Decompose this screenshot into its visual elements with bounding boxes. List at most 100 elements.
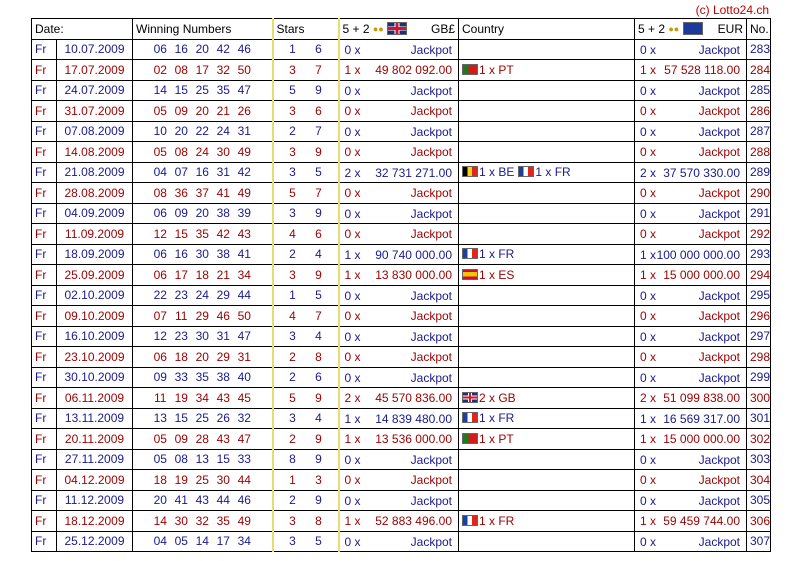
row-prize-gb: 0 x Jackpot xyxy=(338,79,459,101)
country-winner: 1 x BE xyxy=(462,165,514,179)
country-winner-label: 1 x FR xyxy=(535,165,571,180)
table-row: Fr 27.11.2009 05 08 13 15 33 8 9 0 x Jackpot 0 x Jac… xyxy=(31,448,771,470)
row-country xyxy=(458,325,635,347)
winning-number: 24 xyxy=(195,144,209,159)
winning-number: 25 xyxy=(195,472,209,487)
fr-flag-icon xyxy=(462,514,478,526)
prize-eu-amount: Jackpot xyxy=(698,145,740,159)
table-row: Fr 07.08.2009 10 20 22 24 31 2 7 0 x Jackpot 0 x Jac… xyxy=(31,120,771,142)
winning-number: 44 xyxy=(237,472,251,487)
row-day: Fr xyxy=(31,223,57,245)
row-draw-number: 283 xyxy=(746,38,771,60)
row-country xyxy=(458,448,635,470)
prize-gb-count: 1 x xyxy=(344,411,361,426)
winning-number: 15 xyxy=(216,452,230,467)
star-number: 7 xyxy=(315,308,322,323)
row-stars: 36 xyxy=(271,100,340,122)
es-flag-icon xyxy=(462,268,478,280)
winning-number: 09 xyxy=(174,206,188,221)
prize-gb-amount: 90 740 000.00 xyxy=(375,247,452,262)
winning-number: 13 xyxy=(195,452,209,467)
row-day: Fr xyxy=(31,100,57,122)
winning-number: 31 xyxy=(216,329,230,344)
row-draw-number: 293 xyxy=(746,243,771,265)
prize-eu-amount: Jackpot xyxy=(698,309,740,323)
row-winning-numbers: 08 36 37 41 49 xyxy=(132,182,273,204)
star-number: 9 xyxy=(315,267,322,282)
star-number: 8 xyxy=(315,513,322,528)
winning-number: 18 xyxy=(174,349,188,364)
winning-number: 05 xyxy=(153,431,167,446)
star-number: 9 xyxy=(315,206,322,221)
table-row: Fr 17.07.2009 02 08 17 32 50 3 7 1 x 49 802 092.00… xyxy=(31,59,771,81)
winning-number: 10 xyxy=(153,124,167,139)
star-number: 3 xyxy=(289,165,296,180)
row-draw-number: 304 xyxy=(746,469,771,491)
row-date: 11.12.2009 xyxy=(56,489,133,511)
row-prize-eu: 1 x 57 528 118.00 xyxy=(634,59,747,81)
row-stars: 24 xyxy=(271,243,340,265)
winning-number: 05 xyxy=(153,103,167,118)
table-row: Fr 04.12.2009 18 19 25 30 44 1 3 0 x Jackpot 0 x Jac… xyxy=(31,469,771,491)
row-day: Fr xyxy=(31,161,57,183)
prize-gb-count: 0 x xyxy=(344,83,361,98)
winning-number: 24 xyxy=(216,124,230,139)
star-number: 8 xyxy=(315,349,322,364)
winning-number: 42 xyxy=(237,165,251,180)
winning-number: 29 xyxy=(195,308,209,323)
prize-eu-amount: 15 000 000.00 xyxy=(663,268,740,282)
star-number: 5 xyxy=(289,185,296,200)
row-winning-numbers: 07 11 29 46 50 xyxy=(132,305,273,327)
winning-number: 08 xyxy=(174,144,188,159)
winning-number: 50 xyxy=(237,308,251,323)
row-draw-number: 295 xyxy=(746,284,771,306)
row-date: 10.07.2009 xyxy=(56,38,133,60)
winning-number: 07 xyxy=(174,165,188,180)
star-number: 7 xyxy=(315,62,322,77)
header-stars: Stars xyxy=(271,18,340,40)
prize-gb-amount: Jackpot xyxy=(410,473,452,487)
winning-number: 31 xyxy=(216,165,230,180)
winning-number: 19 xyxy=(174,390,188,405)
prize-gb-amount: 14 839 480.00 xyxy=(375,411,452,426)
row-stars: 26 xyxy=(271,366,340,388)
winning-number: 42 xyxy=(216,226,230,241)
row-winning-numbers: 05 08 24 30 49 xyxy=(132,141,273,163)
row-winning-numbers: 06 16 20 42 46 xyxy=(132,38,273,60)
prize-gb-amount: Jackpot xyxy=(410,145,452,159)
row-country: 1 x PT xyxy=(458,59,635,81)
stars-coins-icon: ●● xyxy=(372,23,384,34)
winning-number: 17 xyxy=(174,267,188,282)
row-prize-eu: 1 x 16 569 317.00 xyxy=(634,407,747,429)
star-number: 5 xyxy=(315,534,322,549)
winning-number: 35 xyxy=(216,83,230,98)
prize-eu-amount: 16 569 317.00 xyxy=(663,411,740,426)
prize-gb-amount: Jackpot xyxy=(410,309,452,323)
prize-eu-amount: 51 099 838.00 xyxy=(663,391,740,405)
pt-flag-icon xyxy=(462,63,478,75)
winning-number: 35 xyxy=(216,513,230,528)
winning-number: 21 xyxy=(216,103,230,118)
gb-flag-icon xyxy=(462,391,478,403)
row-country xyxy=(458,202,635,224)
results-body: Fr 10.07.2009 06 16 20 42 46 1 6 0 x Jackpot 0 x Jac… xyxy=(31,38,771,552)
prize-eu-count: 0 x xyxy=(640,452,657,467)
prize-gb-count: 1 x xyxy=(344,63,361,77)
row-draw-number: 297 xyxy=(746,325,771,347)
star-number: 4 xyxy=(315,247,322,262)
fr-flag-icon xyxy=(518,166,535,178)
winning-number: 32 xyxy=(237,411,251,426)
table-row: Fr 10.07.2009 06 16 20 42 46 1 6 0 x Jackpot 0 x Jac… xyxy=(31,38,771,60)
prize-gb-count: 0 x xyxy=(344,309,361,323)
row-stars: 39 xyxy=(271,141,340,163)
prize-eu-count: 0 x xyxy=(640,104,657,118)
row-day: Fr xyxy=(31,469,57,491)
row-prize-gb: 0 x Jackpot xyxy=(338,305,459,327)
row-date: 31.07.2009 xyxy=(56,100,133,122)
row-day: Fr xyxy=(31,264,57,286)
winning-number: 30 xyxy=(195,329,209,344)
prize-eu-amount: Jackpot xyxy=(698,227,740,241)
header-prize-eu-currency: EUR xyxy=(717,21,743,36)
prize-gb-amount: Jackpot xyxy=(410,288,452,303)
prize-eu-amount: Jackpot xyxy=(698,452,740,467)
